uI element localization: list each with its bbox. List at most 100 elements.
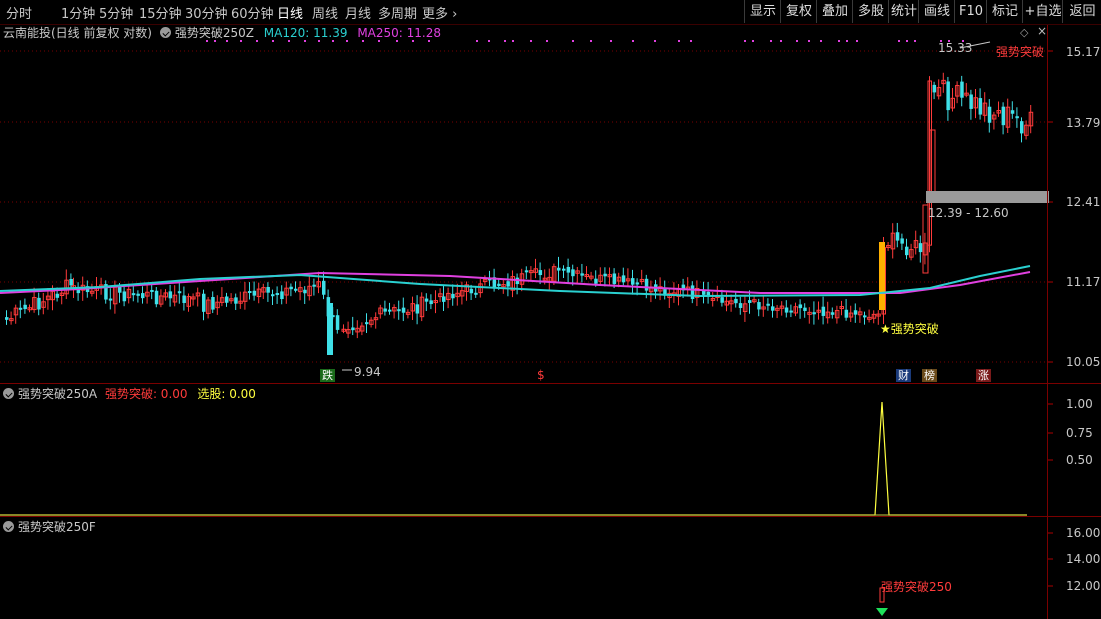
event-badge-die[interactable]: 跌 [320,369,335,382]
candle-body-down [23,304,27,310]
signal-dot [752,40,754,42]
signal-dot [914,40,916,42]
candle-body-down [895,232,900,241]
indicator-settings-icon[interactable] [3,521,14,532]
candle-body-down [1010,110,1015,114]
candle-body-down [397,309,401,312]
signal-dot [530,40,532,42]
indicator-settings-icon[interactable] [159,27,171,38]
candle-body-down [631,278,635,285]
candle-body-down [844,309,849,318]
candle-body-down [702,290,706,295]
candle-body-down [271,294,275,297]
candle-body-down [690,285,695,300]
candle-body-down [635,282,640,285]
candle-body-down [469,288,474,294]
candle-body-down [571,269,575,277]
candle-body-down [803,307,807,311]
candle-body-down [322,280,326,295]
sub-pane-a-header: 强势突破250A 强势突破: 0.00 选股: 0.00 [3,385,256,402]
event-badge-bang[interactable]: 榜 [922,369,937,382]
candle-body-down [335,315,340,330]
candle-body-down [644,278,649,291]
signal-dot [820,40,822,42]
candle-body-down [748,300,752,303]
candle-body-down [122,291,127,302]
ma120-label: MA120: 11.39 [263,26,348,40]
candle-body-down [580,273,584,276]
candle-body-down [978,98,983,115]
pane-divider-f [0,516,1101,517]
y-tick-label: 12.00 [1066,579,1101,593]
candle-body-down [289,286,293,290]
candle-body-down [211,297,215,310]
signal-dot [796,40,798,42]
candle-body-down [771,306,775,311]
stock-title: 云南能投(日线 前复权 对数) [3,26,152,40]
candle-body-down [5,317,9,320]
candle-body-down [562,268,566,271]
candle-body-down [720,297,724,303]
candle-body-down [900,238,904,244]
candle-body-down [918,243,923,253]
indicator-name: 强势突破250Z [174,26,254,40]
candle-body-down [784,307,789,313]
candle-body-down [798,304,803,309]
y-tick-label: 15.17 [1066,45,1101,59]
candle-body-down [280,291,284,300]
close-icon[interactable]: × [1037,24,1047,38]
signal-dot [898,40,900,42]
candle-body-down [141,293,145,299]
diamond-icon[interactable]: ◇ [1020,26,1028,39]
down-triangle-icon [876,608,888,616]
zone-range-label: 12.39 - 12.60 [928,206,1009,220]
candle-body-down [960,81,964,98]
candle-body-down [182,295,186,303]
candle-body-down [853,310,858,315]
indicator-settings-icon[interactable] [3,388,14,399]
candle-body-down [424,298,429,302]
breakout-signal-label: ★强势突破 [880,322,939,336]
candle-body-down [415,304,420,314]
signal-label-top: 强势突破 [996,45,1045,59]
candle-body-up [929,129,936,201]
y-tick-label: 12.41 [1066,195,1101,209]
kline-chart-canvas[interactable] [0,0,1101,619]
y-tick-label: 14.00 [1066,552,1101,566]
candle-body-down [118,286,122,293]
signal-dot [678,40,680,42]
candle-body-down [932,84,937,93]
candle-body-down [497,283,501,287]
signal-dot [856,40,858,42]
sub-pane-f-header: 强势突破250F [3,518,96,535]
event-badge-zhang[interactable]: 涨 [976,369,991,382]
signal-dot [906,40,908,42]
candle-body-down [150,289,154,292]
candle-body-down [275,293,280,296]
event-badge-cai[interactable]: 财 [896,369,911,382]
candle-body-down [225,296,229,303]
price-axis-line [1047,25,1048,619]
candle-body-down [69,278,73,286]
select-value: 选股: 0.00 [197,387,256,401]
signal-dot [808,40,810,42]
candle-body-down [1020,121,1024,134]
signal-dot [572,40,574,42]
candle-body-down [766,303,770,306]
signal-dot [476,40,478,42]
signal-dot [654,40,656,42]
y-tick-label: 1.00 [1066,397,1093,411]
event-badge-dollar[interactable]: $ [535,369,547,382]
candle-body-down [136,293,140,296]
signal-dot [780,40,782,42]
breakout-candle [879,242,885,310]
candle-body-down [987,106,992,123]
pane-divider-a [0,383,1101,384]
support-zone-bar [926,191,1049,203]
candle-body-down [557,267,561,271]
candle-body-down [168,291,173,299]
candle-body-down [830,312,835,315]
candle-body-down [365,322,369,325]
candle-body-down [969,94,973,109]
signal-spike-line [0,401,1027,516]
